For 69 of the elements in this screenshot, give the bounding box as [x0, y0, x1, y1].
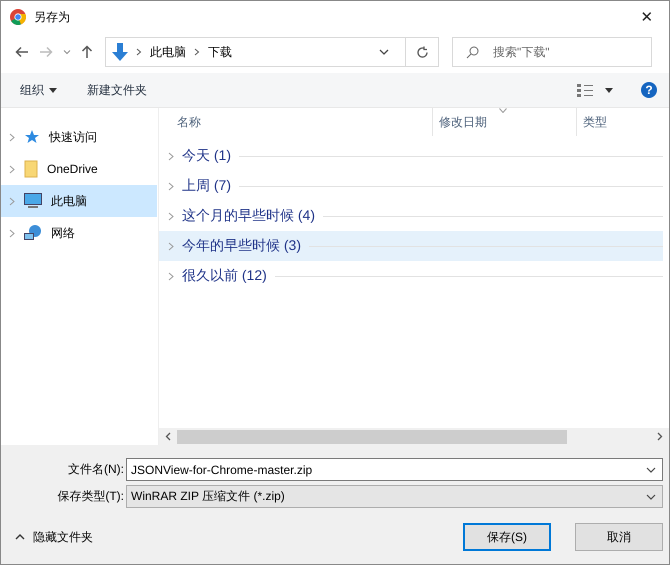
group-header[interactable]: 很久以前 (12)	[159, 261, 663, 291]
sidebar-item[interactable]: 快速访问	[1, 121, 157, 153]
star-icon	[24, 129, 40, 145]
chevron-down-icon	[646, 494, 656, 500]
window-title: 另存为	[34, 8, 70, 26]
search-field[interactable]: 搜索"下载"	[452, 37, 652, 67]
help-button[interactable]: ?	[641, 82, 657, 98]
chevron-right-icon	[168, 152, 174, 160]
group-label: 今年的早些时候 (3)	[182, 237, 301, 255]
chevron-right-icon	[9, 196, 15, 206]
breadcrumb-item[interactable]: 下载	[208, 44, 232, 60]
scroll-left-icon[interactable]	[165, 432, 171, 441]
group-label: 上周 (7)	[182, 177, 231, 195]
cancel-button[interactable]: 取消	[575, 523, 663, 551]
field-label: 文件名(N):	[67, 461, 125, 478]
hide-folders-toggle[interactable]: 隐藏文件夹	[15, 528, 93, 546]
folder-icon	[24, 160, 38, 178]
chevron-down-icon	[646, 466, 656, 472]
organize-menu[interactable]: 组织	[20, 82, 57, 98]
up-arrow-icon[interactable]	[81, 45, 93, 59]
back-arrow-icon[interactable]	[15, 46, 29, 58]
sidebar-item[interactable]: OneDrive	[1, 153, 157, 185]
sidebar-item[interactable]: 此电脑	[1, 185, 157, 217]
column-header[interactable]: 修改日期	[433, 108, 577, 136]
chevron-down-icon[interactable]	[379, 49, 389, 55]
view-list-icon[interactable]	[577, 83, 593, 97]
group-header[interactable]: 今年的早些时候 (3)	[159, 231, 663, 261]
sort-chevron-icon	[499, 108, 507, 113]
group-label: 今天 (1)	[182, 147, 231, 165]
group-label: 很久以前 (12)	[182, 267, 267, 285]
chevron-right-icon	[9, 228, 15, 238]
search-icon	[466, 46, 479, 59]
group-label: 这个月的早些时候 (4)	[182, 207, 315, 225]
chevron-up-icon	[15, 534, 25, 540]
computer-icon	[24, 193, 42, 209]
field-label: 保存类型(T):	[56, 488, 125, 505]
filename-field[interactable]: JSONView-for-Chrome-master.zip	[126, 458, 663, 481]
address-bar[interactable]: 此电脑 下载	[105, 37, 439, 67]
save-button[interactable]: 保存(S)	[463, 523, 551, 551]
chevron-right-icon	[168, 242, 174, 250]
chevron-right-icon	[194, 48, 200, 56]
chevron-right-icon	[136, 48, 142, 56]
column-header[interactable]: 名称	[159, 108, 433, 136]
sidebar-label: OneDrive	[47, 162, 98, 176]
group-header[interactable]: 上周 (7)	[159, 171, 663, 201]
sidebar-label: 网络	[51, 224, 75, 242]
chevron-right-icon	[9, 132, 15, 142]
browser-logo-icon	[10, 9, 26, 25]
scroll-right-icon[interactable]	[657, 432, 663, 441]
scrollbar-thumb[interactable]	[177, 430, 567, 444]
chevron-right-icon	[9, 164, 15, 174]
group-header[interactable]: 今天 (1)	[159, 141, 663, 171]
breadcrumb-item[interactable]: 此电脑	[150, 44, 186, 60]
caret-icon	[49, 88, 57, 92]
caret-icon[interactable]	[605, 88, 613, 92]
new-folder-button[interactable]: 新建文件夹	[87, 82, 147, 98]
globe-icon	[24, 225, 42, 241]
column-header[interactable]: 类型	[577, 108, 607, 136]
download-arrow-icon	[112, 43, 128, 61]
refresh-icon	[416, 46, 428, 58]
close-button[interactable]: ✕	[625, 1, 669, 33]
chevron-right-icon	[168, 212, 174, 220]
sidebar-label: 此电脑	[51, 192, 87, 210]
file-type-dropdown[interactable]: WinRAR ZIP 压缩文件 (*.zip)	[126, 485, 663, 508]
chevron-right-icon	[168, 272, 174, 280]
chevron-right-icon	[168, 182, 174, 190]
sidebar-label: 快速访问	[49, 128, 97, 146]
sidebar-item[interactable]: 网络	[1, 217, 157, 249]
group-header[interactable]: 这个月的早些时候 (4)	[159, 201, 663, 231]
